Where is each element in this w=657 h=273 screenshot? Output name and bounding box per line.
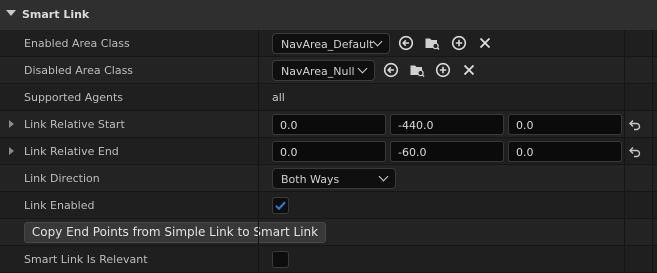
chevron-down-icon[interactable] xyxy=(6,10,16,16)
property-label: Link Relative End xyxy=(24,145,119,158)
link-start-y-field[interactable]: -440.0 xyxy=(390,114,504,135)
reset-to-default-icon[interactable] xyxy=(628,144,642,158)
link-start-z-field[interactable]: 0.0 xyxy=(508,114,622,135)
property-label: Enabled Area Class xyxy=(24,37,130,50)
plus-circle-icon[interactable] xyxy=(435,62,451,78)
disabled-area-class-combo[interactable]: NavArea_Null xyxy=(272,60,375,81)
property-label: Link Direction xyxy=(24,172,100,185)
chevron-down-icon xyxy=(357,63,368,74)
property-label: Link Relative Start xyxy=(24,118,125,131)
property-row-smart-link-relevant: Smart Link Is Relevant xyxy=(0,246,657,273)
arrow-left-circle-icon[interactable] xyxy=(383,62,399,78)
property-row-link-relative-start: Link Relative Start 0.0 -440.0 0.0 xyxy=(0,111,657,138)
field-value: -440.0 xyxy=(398,119,434,132)
chevron-right-icon[interactable] xyxy=(9,147,14,155)
close-icon[interactable] xyxy=(477,35,493,51)
arrow-left-circle-icon[interactable] xyxy=(398,35,414,51)
property-row-link-direction: Link Direction Both Ways xyxy=(0,165,657,192)
property-row-enabled-area-class: Enabled Area Class NavArea_Default xyxy=(0,30,657,57)
combo-value: Both Ways xyxy=(281,173,340,186)
property-label: Smart Link Is Relevant xyxy=(24,253,148,266)
property-row-supported-agents: Supported Agents all xyxy=(0,84,657,111)
section-header-smart-link[interactable]: Smart Link xyxy=(0,0,657,31)
link-direction-combo[interactable]: Both Ways xyxy=(272,168,396,189)
link-end-z-field[interactable]: 0.0 xyxy=(508,141,622,162)
combo-value: NavArea_Default xyxy=(281,38,374,51)
supported-agents-value: all xyxy=(272,91,285,104)
details-panel: Smart Link Enabled Area Class NavArea_De… xyxy=(0,0,657,273)
column-splitter[interactable] xyxy=(258,30,259,273)
chevron-down-icon xyxy=(372,36,383,47)
link-enabled-checkbox[interactable] xyxy=(272,197,289,214)
section-title: Smart Link xyxy=(22,8,90,21)
field-value: 0.0 xyxy=(280,119,298,132)
combo-value: NavArea_Null xyxy=(281,65,355,78)
checkmark-icon xyxy=(275,201,286,211)
field-value: 0.0 xyxy=(516,119,534,132)
field-value: -60.0 xyxy=(398,146,427,159)
property-label: Disabled Area Class xyxy=(24,64,134,77)
chevron-right-icon[interactable] xyxy=(9,120,14,128)
smart-link-relevant-checkbox[interactable] xyxy=(272,251,289,268)
property-label: Supported Agents xyxy=(24,91,124,104)
close-icon[interactable] xyxy=(461,62,477,78)
column-splitter[interactable] xyxy=(624,30,625,273)
chevron-down-icon xyxy=(378,171,389,182)
enabled-area-class-combo[interactable]: NavArea_Default xyxy=(272,33,390,54)
copy-end-points-button[interactable]: Copy End Points from Simple Link to Smar… xyxy=(24,222,326,243)
link-end-y-field[interactable]: -60.0 xyxy=(390,141,504,162)
column-splitter xyxy=(652,30,653,273)
folder-search-icon[interactable] xyxy=(424,35,440,51)
plus-circle-icon[interactable] xyxy=(451,35,467,51)
property-row-disabled-area-class: Disabled Area Class NavArea_Null xyxy=(0,57,657,84)
property-row-link-enabled: Link Enabled xyxy=(0,192,657,219)
link-end-x-field[interactable]: 0.0 xyxy=(272,141,386,162)
field-value: 0.0 xyxy=(280,146,298,159)
field-value: 0.0 xyxy=(516,146,534,159)
property-row-link-relative-end: Link Relative End 0.0 -60.0 0.0 xyxy=(0,138,657,165)
reset-to-default-icon[interactable] xyxy=(628,117,642,131)
property-row-copy-end-points: Copy End Points from Simple Link to Smar… xyxy=(0,219,657,246)
folder-search-icon[interactable] xyxy=(409,62,425,78)
property-label: Link Enabled xyxy=(24,199,95,212)
link-start-x-field[interactable]: 0.0 xyxy=(272,114,386,135)
